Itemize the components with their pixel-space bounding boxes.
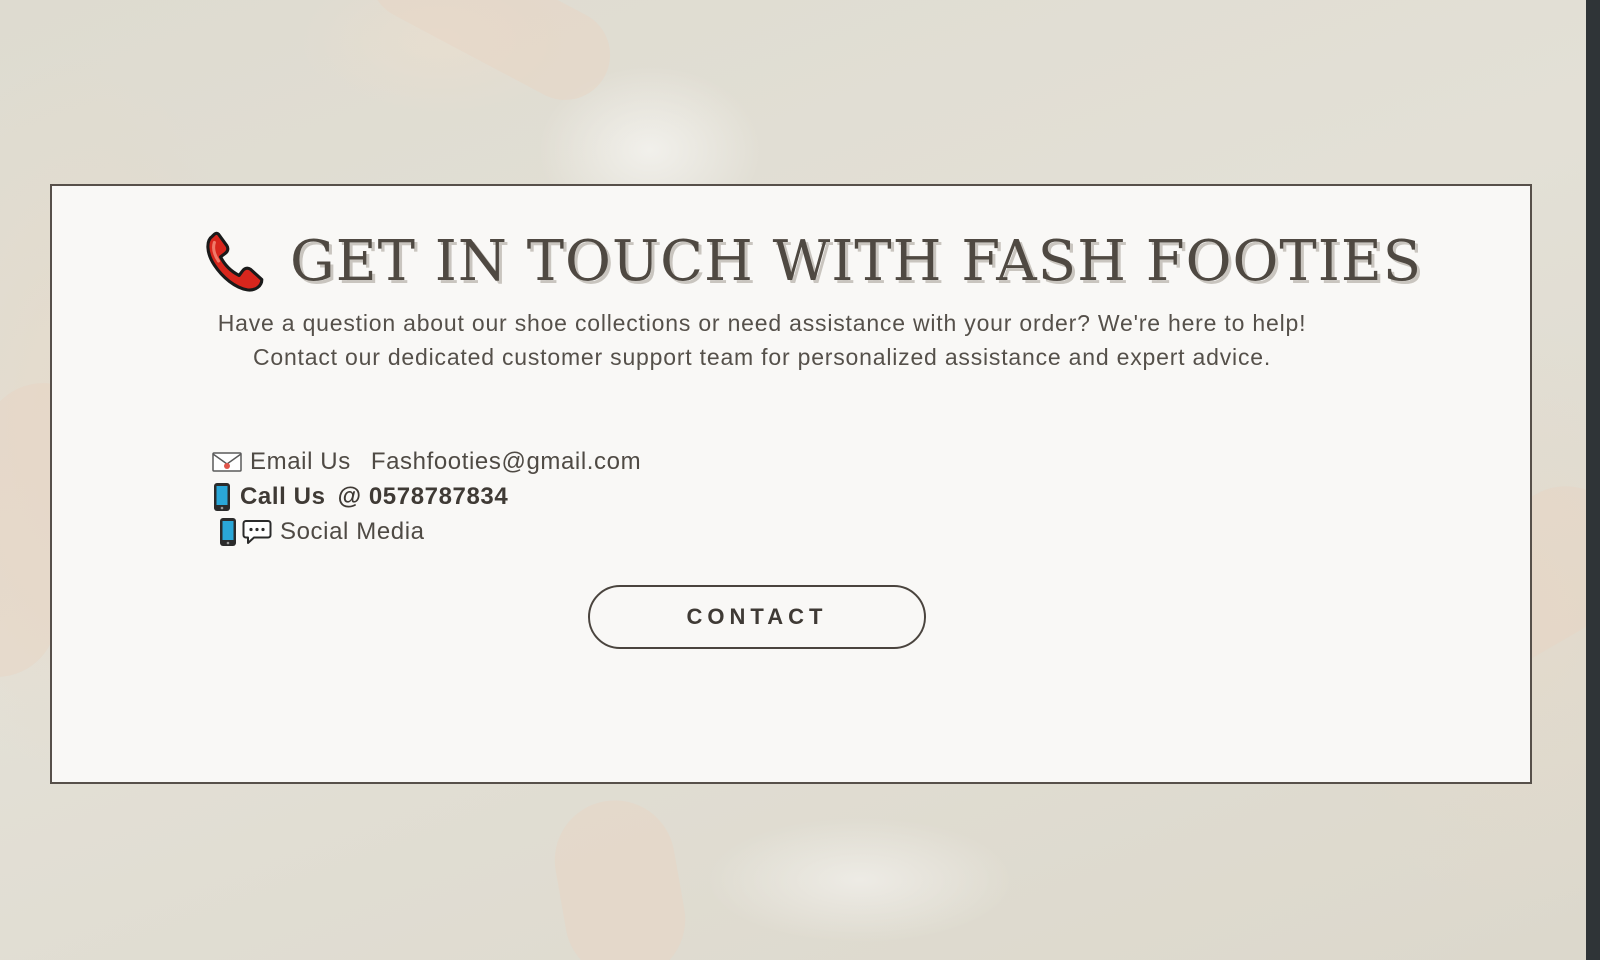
contact-button[interactable]: CONTACT (588, 585, 926, 649)
intro-paragraph: Have a question about our shoe collectio… (217, 310, 1307, 370)
social-media-link[interactable]: Social Media (280, 518, 425, 546)
envelope-icon (212, 451, 242, 472)
telephone-receiver-icon (206, 231, 264, 292)
window-edge (1586, 0, 1600, 960)
call-row: Call Us @ 0578787834 (212, 479, 641, 514)
background-hand (354, 0, 626, 116)
mobile-phone-icon (214, 482, 230, 511)
email-address-link[interactable]: Fashfooties@gmail.com (371, 448, 641, 476)
call-label: Call Us (240, 482, 326, 510)
email-label: Email Us (250, 447, 351, 475)
contact-section-card: GET IN TOUCH WITH FASH FOOTIES Have a qu… (50, 184, 1532, 784)
mobile-phone-icon (220, 517, 236, 546)
speech-bubble-icon (242, 519, 272, 544)
email-row: Email Us Fashfooties@gmail.com (212, 444, 641, 479)
section-heading: GET IN TOUCH WITH FASH FOOTIES (202, 228, 1422, 294)
phone-number-link[interactable]: @ 0578787834 (338, 483, 509, 511)
social-row: Social Media (212, 514, 641, 549)
page-title: GET IN TOUCH WITH FASH FOOTIES (290, 228, 1423, 294)
contact-details: Email Us Fashfooties@gmail.com Call Us @… (212, 444, 641, 549)
background-hand (545, 790, 695, 960)
